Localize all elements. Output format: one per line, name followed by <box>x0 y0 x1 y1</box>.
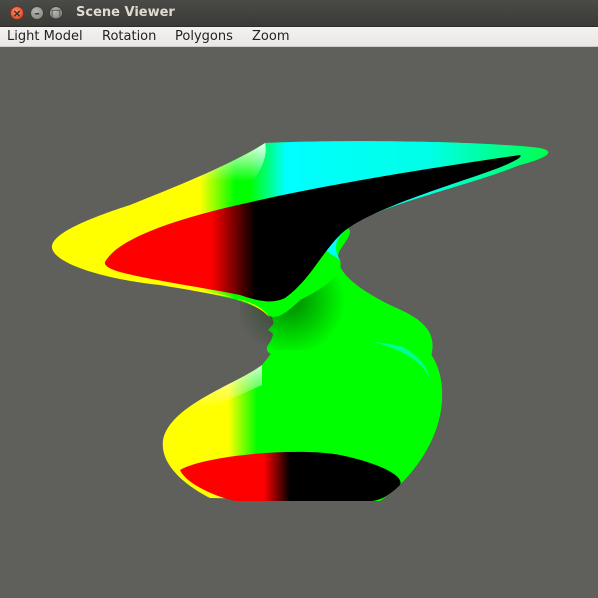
minimize-icon: – <box>34 7 40 20</box>
menu-light-model[interactable]: Light Model <box>7 28 83 45</box>
minimize-button[interactable]: – <box>30 6 44 20</box>
surface-render <box>51 141 549 501</box>
menu-zoom[interactable]: Zoom <box>252 28 289 45</box>
close-icon: × <box>12 7 22 20</box>
maximize-button[interactable]: □ <box>49 6 63 20</box>
scene-viewer-window: × – □ Scene Viewer Light Model Rotation … <box>0 0 598 598</box>
render-viewport[interactable] <box>0 47 598 598</box>
menu-bar: Light Model Rotation Polygons Zoom <box>0 27 598 47</box>
menu-rotation[interactable]: Rotation <box>102 28 156 45</box>
window-title: Scene Viewer <box>76 5 175 20</box>
close-button[interactable]: × <box>10 6 24 20</box>
maximize-icon: □ <box>50 7 62 20</box>
menu-polygons[interactable]: Polygons <box>175 28 233 45</box>
title-bar[interactable]: × – □ Scene Viewer <box>0 0 598 27</box>
